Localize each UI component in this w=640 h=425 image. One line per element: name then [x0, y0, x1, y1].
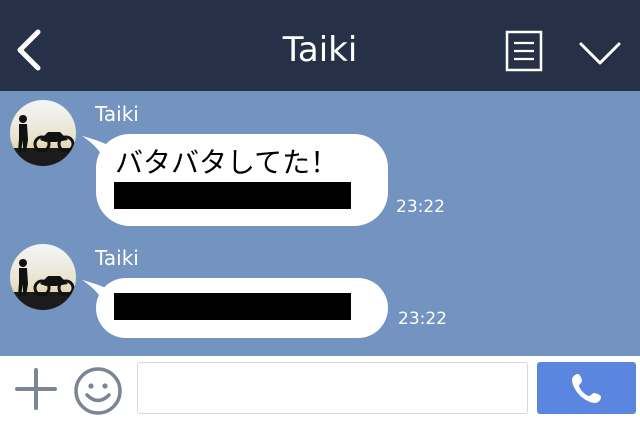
redaction-bar [114, 182, 351, 209]
chat-title: Taiki [282, 30, 358, 70]
redaction-bar [114, 293, 351, 320]
avatar[interactable] [10, 100, 76, 166]
message-input[interactable] [137, 362, 528, 414]
call-button[interactable] [537, 362, 636, 414]
smiley-icon[interactable] [73, 366, 123, 416]
avatar-photo-icon [10, 244, 76, 310]
sender-name: Taiki [95, 102, 139, 126]
phone-icon [572, 374, 601, 403]
avatar-photo-icon [10, 100, 76, 166]
avatar[interactable] [10, 244, 76, 310]
plus-icon[interactable] [14, 367, 58, 411]
message-time: 23:22 [396, 197, 445, 217]
message-text: バタバタしてた！ [115, 146, 339, 179]
notes-icon[interactable] [505, 30, 543, 72]
message-time: 23:22 [398, 309, 447, 329]
sender-name: Taiki [95, 246, 139, 270]
chat-header: Taiki [0, 0, 640, 91]
chevron-down-icon[interactable] [578, 36, 622, 68]
